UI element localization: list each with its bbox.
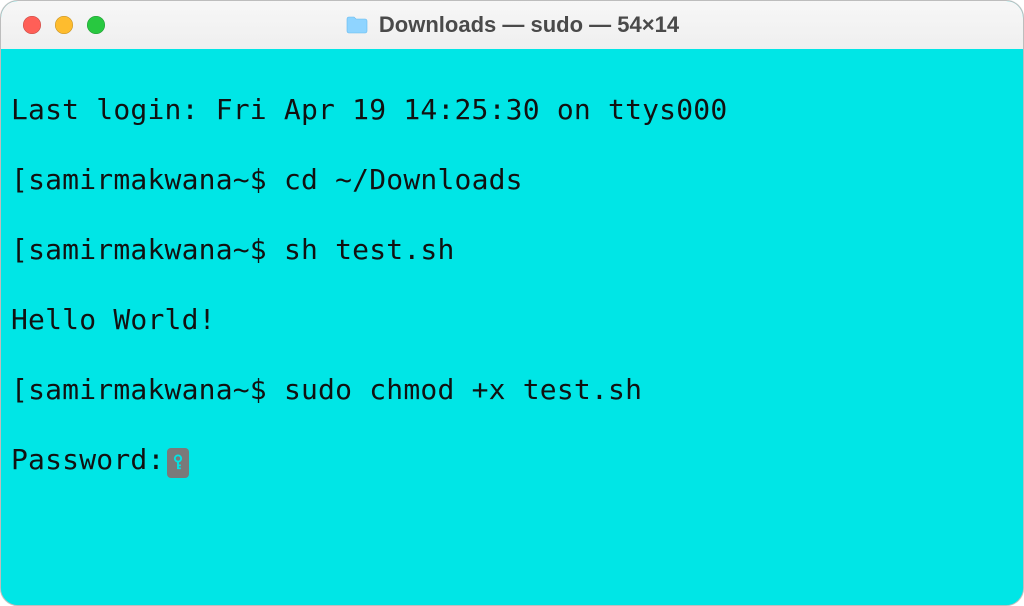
cmd-line-1: [samirmakwana~$ cd ~/Downloads <box>11 162 1013 197</box>
prompt-marker: [ <box>11 163 28 196</box>
minimize-button[interactable] <box>55 16 73 34</box>
key-icon <box>167 448 189 478</box>
command-text: cd ~/Downloads <box>284 163 523 196</box>
command-text: sudo chmod +x test.sh <box>284 373 642 406</box>
output-line: Hello World! <box>11 302 1013 337</box>
prompt-marker: [ <box>11 233 28 266</box>
title-bar: Downloads — sudo — 54×14 <box>1 1 1023 50</box>
terminal-body[interactable]: Last login: Fri Apr 19 14:25:30 on ttys0… <box>1 49 1023 605</box>
password-label: Password: <box>11 443 165 476</box>
prompt: samirmakwana~$ <box>28 163 284 196</box>
last-login-line: Last login: Fri Apr 19 14:25:30 on ttys0… <box>11 92 1013 127</box>
window-title: Downloads — sudo — 54×14 <box>345 12 679 38</box>
terminal-window: Downloads — sudo — 54×14 Last login: Fri… <box>0 0 1024 606</box>
window-title-text: Downloads — sudo — 54×14 <box>379 12 679 38</box>
cmd-line-2: [samirmakwana~$ sh test.sh <box>11 232 1013 267</box>
traffic-lights <box>23 16 105 34</box>
prompt: samirmakwana~$ <box>28 233 284 266</box>
prompt: samirmakwana~$ <box>28 373 284 406</box>
command-text: sh test.sh <box>284 233 455 266</box>
prompt-marker: [ <box>11 373 28 406</box>
password-line: Password: <box>11 442 1013 478</box>
cmd-line-3: [samirmakwana~$ sudo chmod +x test.sh <box>11 372 1013 407</box>
zoom-button[interactable] <box>87 16 105 34</box>
folder-icon <box>345 15 369 35</box>
close-button[interactable] <box>23 16 41 34</box>
